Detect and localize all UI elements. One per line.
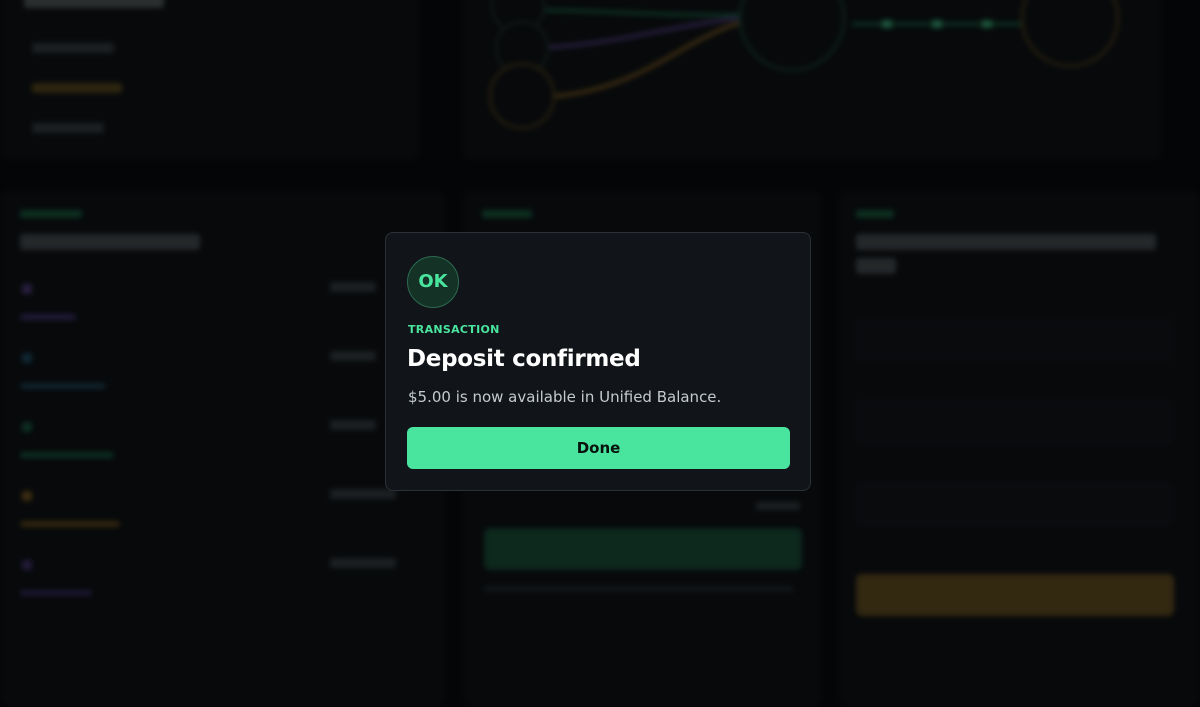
dialog-title: Deposit confirmed bbox=[407, 346, 641, 372]
deposit-confirmation-dialog: OK TRANSACTION Deposit confirmed $5.00 i… bbox=[385, 232, 811, 491]
success-badge: OK bbox=[407, 256, 459, 308]
done-button[interactable]: Done bbox=[407, 427, 790, 469]
dialog-eyebrow: TRANSACTION bbox=[408, 323, 500, 336]
dialog-message: $5.00 is now available in Unified Balanc… bbox=[408, 388, 722, 406]
